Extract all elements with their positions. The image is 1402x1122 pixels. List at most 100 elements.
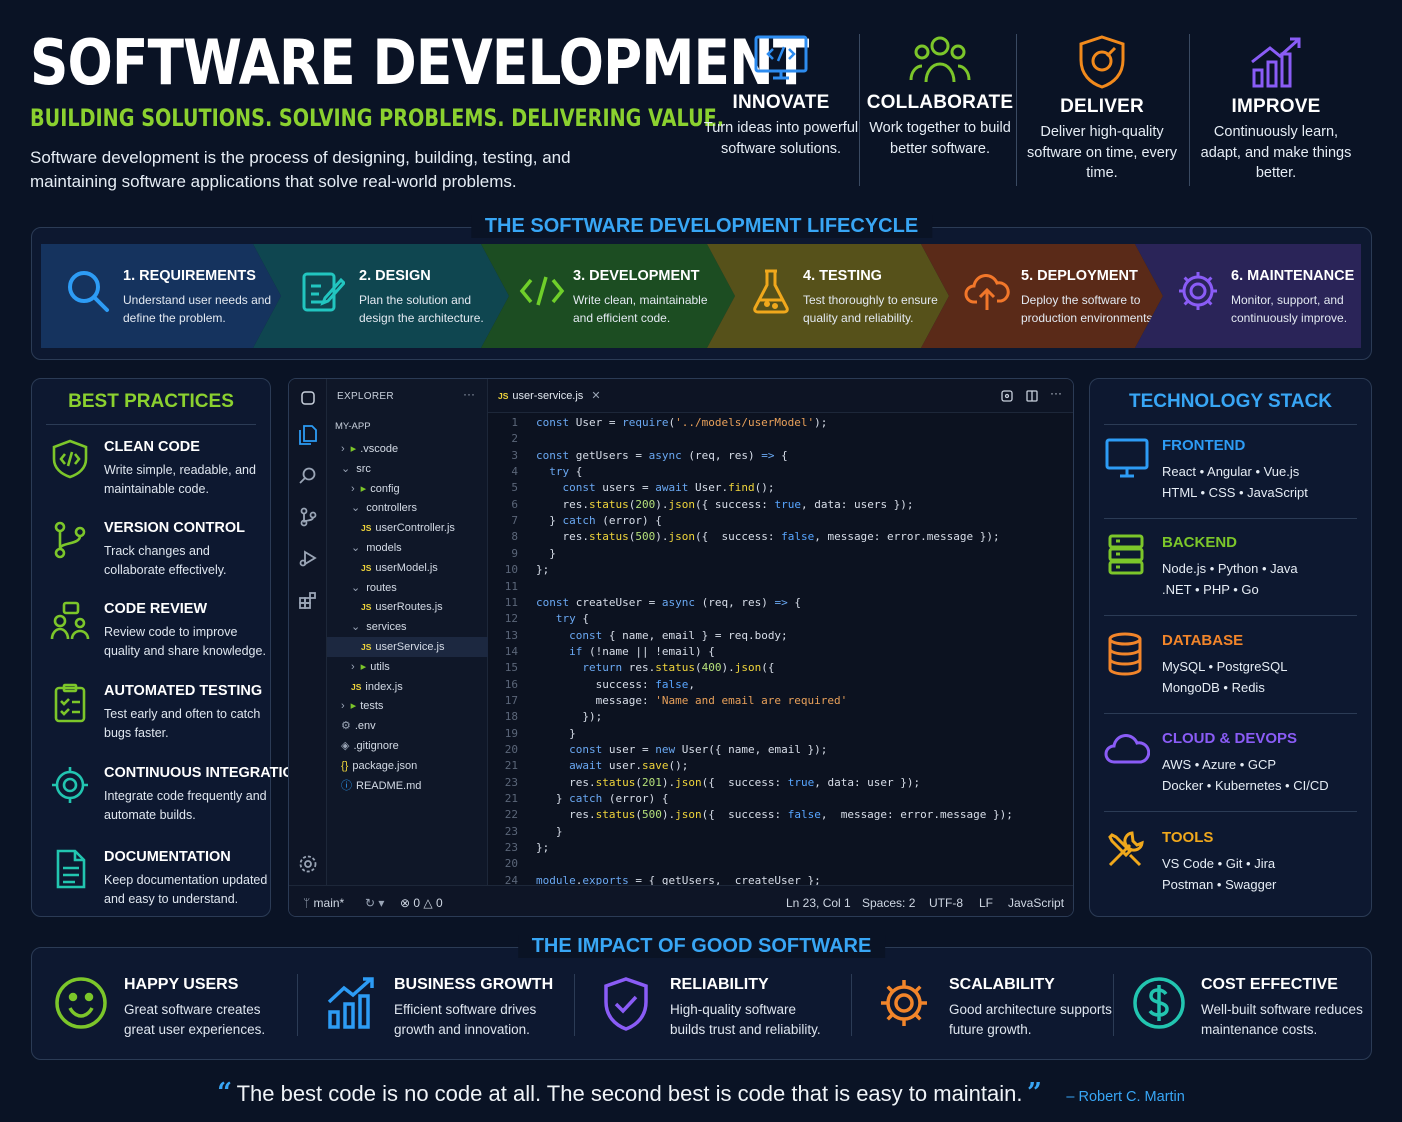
error-icon: ⊗ xyxy=(400,896,414,910)
diamond-icon: ◈ xyxy=(341,740,350,752)
tree-item[interactable]: ⚙ .env xyxy=(327,716,488,736)
code-text: res.status(500).json({ success: false, m… xyxy=(536,808,1013,822)
stack-line: HTML • CSS • JavaScript xyxy=(1162,485,1308,500)
line-number: 23 xyxy=(504,824,518,838)
stage-design: 2. DESIGN Plan the solution and design th… xyxy=(253,244,509,348)
practice-title: CODE REVIEW xyxy=(104,601,208,617)
tree-item[interactable]: {} package.json xyxy=(327,756,488,776)
cursor-position[interactable]: Ln 23, Col 1 xyxy=(786,896,851,910)
intro-text: Software development is the process of d… xyxy=(30,148,571,191)
tree-item-label: routes xyxy=(366,581,397,594)
encoding[interactable]: UTF-8 xyxy=(929,896,963,910)
language-mode[interactable]: JavaScript xyxy=(1008,896,1064,910)
tree-item[interactable]: ⌄ routes xyxy=(327,578,488,598)
tree-item[interactable]: JS index.js xyxy=(327,677,488,697)
impact-business-growth: BUSINESS GROWTH Efficient software drive… xyxy=(298,948,574,1061)
divider xyxy=(1104,518,1357,519)
tree-item-label: userService.js xyxy=(375,641,445,653)
split-editor-icon[interactable] xyxy=(1026,390,1038,402)
practice-desc: Test early and often to catch bugs faste… xyxy=(104,707,261,740)
code-editor-window: EXPLORER ··· MY-APP › ▸ .vscode ⌄ src › ▸ confi… xyxy=(288,378,1074,917)
tools-icon xyxy=(1108,831,1144,867)
code-text: message: 'Name and email are required' xyxy=(536,693,848,707)
stage-desc: Write clean, maintainable and efficient … xyxy=(573,293,708,325)
gear-cycle-icon xyxy=(1179,272,1217,310)
monitor-icon xyxy=(1105,438,1149,478)
tree-item[interactable]: JS userService.js xyxy=(327,637,488,657)
tree-item[interactable]: ⓘ README.md xyxy=(327,776,488,796)
impact-desc: Good architecture supports future growth. xyxy=(949,1000,1112,1040)
divider xyxy=(1189,34,1190,186)
line-number: 18 xyxy=(504,710,518,724)
line-number: 20 xyxy=(504,743,518,756)
extensions-icon[interactable] xyxy=(299,591,317,609)
tree-item-label: userController.js xyxy=(375,522,455,535)
gear-icon xyxy=(881,980,927,1026)
more-actions-icon[interactable]: ··· xyxy=(1050,386,1062,400)
tree-item[interactable]: ⌄ models xyxy=(327,538,488,558)
pillar-desc: Turn ideas into powerful software soluti… xyxy=(703,120,859,157)
code-line: 2 xyxy=(488,431,536,447)
quote: “ The best code is no code at all. The s… xyxy=(0,1078,1402,1108)
pillar-desc: Continuously learn, adapt, and make thin… xyxy=(1200,124,1352,181)
tree-item[interactable]: ⌄ controllers xyxy=(327,498,488,518)
sync-icon[interactable]: ↻ ▾ xyxy=(365,896,384,910)
tree-item[interactable]: JS userModel.js xyxy=(327,558,488,578)
line-ending[interactable]: LF xyxy=(979,896,993,910)
code-line: 17 message: 'Name and email are required… xyxy=(488,693,848,709)
divider xyxy=(1016,34,1017,186)
stack-line: Node.js • Python • Java xyxy=(1162,561,1298,576)
more-icon[interactable]: ··· xyxy=(463,387,475,401)
tree-item[interactable]: JS userController.js xyxy=(327,518,488,538)
impact-desc-line: builds trust and reliability. xyxy=(670,1022,821,1037)
files-icon[interactable] xyxy=(299,425,317,445)
tree-item[interactable]: › ▸ tests xyxy=(327,696,488,716)
stack-title: DATABASE xyxy=(1162,632,1244,649)
close-icon[interactable]: ✕ xyxy=(591,390,600,402)
page-title: SOFTWARE DEVELOPMENT xyxy=(30,26,809,99)
impact-title: SCALABILITY xyxy=(949,976,1055,993)
lifecycle-heading: THE SOFTWARE DEVELOPMENT LIFECYCLE xyxy=(470,215,933,238)
tree-item[interactable]: › ▸ utils xyxy=(327,657,488,677)
impact-desc-line: growth and innovation. xyxy=(394,1022,530,1037)
line-number: 21 xyxy=(504,792,518,806)
tree-item[interactable]: ⌄ src xyxy=(327,459,488,479)
tree-item[interactable]: ◈ .gitignore xyxy=(327,736,488,756)
editor-pane: JS user-service.js ✕ ··· 1 const User = req… xyxy=(488,379,1073,887)
window-icon[interactable] xyxy=(300,390,316,406)
tree-item[interactable]: JS userRoutes.js xyxy=(327,597,488,617)
stack-line: VS Code • Git • Jira xyxy=(1162,856,1276,871)
explorer-label: EXPLORER xyxy=(337,391,394,402)
branch-indicator[interactable]: ᛘ main* xyxy=(303,896,344,910)
stack-line: Docker • Kubernetes • CI/CD xyxy=(1162,778,1329,793)
shield-target-icon xyxy=(1079,35,1125,89)
indentation[interactable]: Spaces: 2 xyxy=(862,896,915,910)
smiley-icon xyxy=(55,977,107,1029)
pillar-title: INNOVATE xyxy=(732,92,830,113)
practice-desc: Write simple, readable, and maintainable… xyxy=(104,463,256,496)
code-line: 8 res.status(500).json({ success: false,… xyxy=(488,529,999,545)
shield-check-icon xyxy=(604,977,648,1031)
tree-item[interactable]: › ▸ config xyxy=(327,479,488,499)
tab-user-service[interactable]: JS user-service.js ✕ xyxy=(498,389,601,402)
run-debug-icon[interactable] xyxy=(299,549,317,567)
stage-title: 1. REQUIREMENTS xyxy=(123,268,256,284)
tree-item[interactable]: ⌄ services xyxy=(327,617,488,637)
code-line: 9 } xyxy=(488,546,556,562)
settings-gear-icon[interactable] xyxy=(299,855,317,873)
problems-indicator[interactable]: ⊗ 0 △ 0 xyxy=(400,896,443,910)
tree-item[interactable]: › ▸ .vscode xyxy=(327,439,488,459)
stack-list: Node.js • Python • Java .NET • PHP • Go xyxy=(1162,558,1298,600)
source-control-icon[interactable] xyxy=(299,507,317,527)
search-icon[interactable] xyxy=(299,467,317,485)
folder-icon: › ▸ xyxy=(341,443,357,455)
stack-line: Postman • Swagger xyxy=(1162,877,1277,892)
pillar-collaborate: COLLABORATE Work together to build bette… xyxy=(860,34,1020,159)
branch-name: main* xyxy=(313,896,345,910)
divider xyxy=(46,424,256,425)
stage-deployment: 5. DEPLOYMENT Deploy the software to prod… xyxy=(921,244,1163,348)
pillar-desc: Deliver high-quality software on time, e… xyxy=(1027,124,1177,181)
practice-desc: Track changes and collaborate effectivel… xyxy=(104,544,227,577)
split-preview-icon[interactable] xyxy=(1001,390,1013,402)
stack-list: VS Code • Git • Jira Postman • Swagger xyxy=(1162,853,1276,895)
